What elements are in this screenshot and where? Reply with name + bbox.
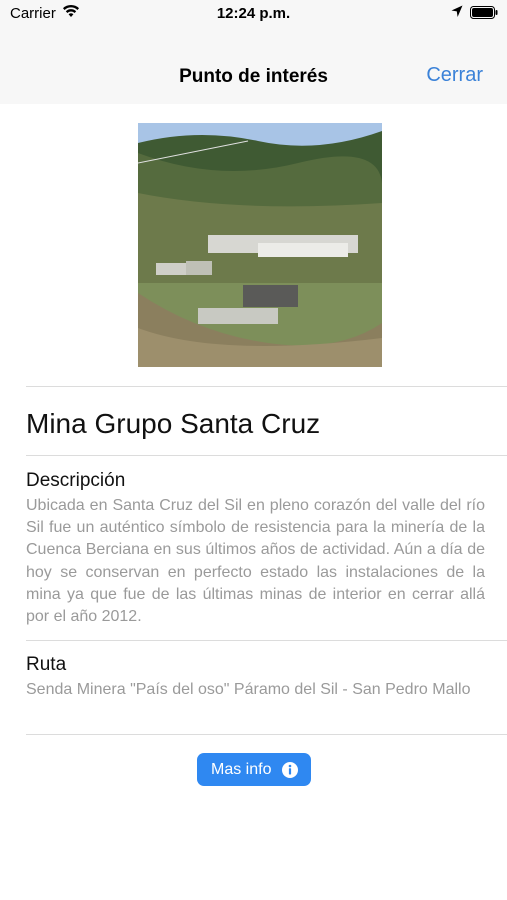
route-heading: Ruta [26,654,67,675]
more-info-label: Mas info [211,761,272,778]
battery-icon [470,6,498,19]
route-text: Senda Minera "País del oso" Páramo del S… [26,681,471,698]
location-arrow-icon [451,5,463,17]
info-icon [282,762,298,778]
mine-photo [138,123,382,367]
separator [26,640,507,641]
close-button[interactable]: Cerrar [426,64,483,87]
separator [26,734,507,735]
description-heading: Descripción [26,470,126,491]
status-bar: Carrier 12:24 p.m. [0,0,507,26]
more-info-button[interactable]: Mas info [197,753,311,786]
separator [26,455,507,456]
description-text: Ubicada en Santa Cruz del Sil en pleno c… [26,497,485,626]
status-time: 12:24 p.m. [216,5,291,22]
poi-title: Mina Grupo Santa Cruz [26,408,321,439]
navigation-bar: Punto de interés Cerrar [0,26,507,104]
separator [26,386,507,387]
